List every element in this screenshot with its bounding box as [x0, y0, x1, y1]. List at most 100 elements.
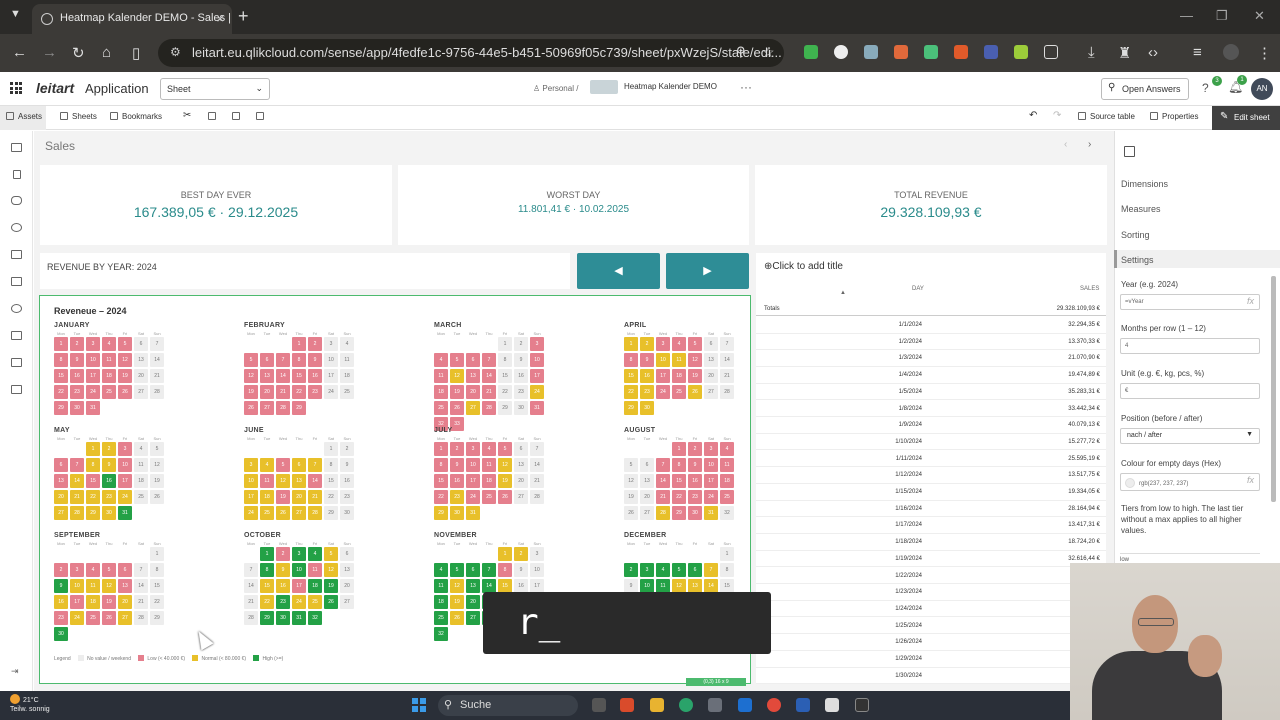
- day-cell[interactable]: 10: [704, 458, 718, 472]
- kpi-total-revenue[interactable]: TOTAL REVENUE 29.328.109,93 €: [755, 165, 1107, 245]
- new-tab-button[interactable]: +: [238, 6, 249, 27]
- day-cell[interactable]: 6: [134, 337, 148, 351]
- day-cell[interactable]: 22: [434, 490, 448, 504]
- day-cell[interactable]: 19: [118, 369, 132, 383]
- day-cell[interactable]: 4: [260, 458, 274, 472]
- day-cell[interactable]: 27: [640, 506, 654, 520]
- day-cell[interactable]: 16: [70, 369, 84, 383]
- day-cell[interactable]: 30: [102, 506, 116, 520]
- day-cell[interactable]: 1: [292, 337, 306, 351]
- table-row[interactable]: 1/3/2024 21.070,90 €: [756, 350, 1106, 367]
- day-cell[interactable]: 8: [672, 458, 686, 472]
- day-cell[interactable]: 2: [450, 442, 464, 456]
- day-cell[interactable]: 8: [498, 563, 512, 577]
- day-cell[interactable]: 2: [514, 547, 528, 561]
- undo-icon[interactable]: ↶: [1029, 110, 1037, 121]
- day-cell[interactable]: 12: [450, 369, 464, 383]
- day-cell[interactable]: 6: [54, 458, 68, 472]
- day-cell[interactable]: 13: [134, 353, 148, 367]
- variables-icon[interactable]: [11, 358, 22, 367]
- day-cell[interactable]: 13: [466, 369, 480, 383]
- day-cell[interactable]: 9: [276, 563, 290, 577]
- day-cell[interactable]: 25: [102, 385, 116, 399]
- day-cell[interactable]: 5: [450, 563, 464, 577]
- day-cell[interactable]: 23: [102, 490, 116, 504]
- day-cell[interactable]: 16: [340, 474, 354, 488]
- table-row[interactable]: 1/22/202429: [756, 568, 1106, 585]
- day-cell[interactable]: 21: [150, 369, 164, 383]
- file-explorer-icon[interactable]: [650, 698, 664, 712]
- day-cell[interactable]: 30: [276, 611, 290, 625]
- word-icon[interactable]: [796, 698, 810, 712]
- day-cell[interactable]: 10: [530, 353, 544, 367]
- day-cell[interactable]: 9: [514, 353, 528, 367]
- day-cell[interactable]: 29: [434, 506, 448, 520]
- table-row[interactable]: 1/1/2024 32.294,35 €: [756, 317, 1106, 334]
- day-cell[interactable]: 27: [466, 611, 480, 625]
- day-cell[interactable]: 12: [276, 474, 290, 488]
- day-cell[interactable]: 24: [704, 490, 718, 504]
- day-cell[interactable]: 18: [86, 595, 100, 609]
- day-cell[interactable]: 16: [102, 474, 116, 488]
- day-cell[interactable]: 2: [514, 337, 528, 351]
- day-cell[interactable]: 14: [276, 369, 290, 383]
- day-cell[interactable]: 1: [434, 442, 448, 456]
- day-cell[interactable]: 27: [260, 401, 274, 415]
- day-cell[interactable]: 10: [244, 474, 258, 488]
- day-cell[interactable]: 24: [86, 385, 100, 399]
- table-row[interactable]: 1/11/2024 25.595,19 €: [756, 451, 1106, 468]
- day-cell[interactable]: 17: [656, 369, 670, 383]
- day-cell[interactable]: 13: [466, 579, 480, 593]
- day-cell[interactable]: 23: [688, 490, 702, 504]
- day-cell[interactable]: 28: [308, 506, 322, 520]
- profile-hat-icon[interactable]: ♜: [1118, 44, 1131, 62]
- day-cell[interactable]: 2: [70, 337, 84, 351]
- day-cell[interactable]: 4: [656, 563, 670, 577]
- day-cell[interactable]: 12: [688, 353, 702, 367]
- day-cell[interactable]: 6: [640, 458, 654, 472]
- day-cell[interactable]: 11: [340, 353, 354, 367]
- day-cell[interactable]: 12: [118, 353, 132, 367]
- day-cell[interactable]: 18: [260, 490, 274, 504]
- day-cell[interactable]: 11: [134, 458, 148, 472]
- day-cell[interactable]: 3: [530, 337, 544, 351]
- section-sorting[interactable]: Sorting: [1121, 230, 1150, 240]
- day-cell[interactable]: 11: [720, 458, 734, 472]
- day-cell[interactable]: 12: [102, 579, 116, 593]
- day-cell[interactable]: 3: [70, 563, 84, 577]
- expression-icon[interactable]: fx: [1247, 296, 1254, 306]
- breadcrumb[interactable]: ♙ Personal /: [533, 84, 578, 93]
- day-cell[interactable]: 15: [498, 579, 512, 593]
- day-cell[interactable]: 4: [102, 337, 116, 351]
- day-cell[interactable]: 23: [54, 611, 68, 625]
- day-cell[interactable]: 17: [530, 369, 544, 383]
- expression-icon[interactable]: fx: [1247, 475, 1254, 485]
- colour-swatch[interactable]: [1125, 478, 1135, 488]
- day-cell[interactable]: 8: [434, 458, 448, 472]
- day-cell[interactable]: 3: [704, 442, 718, 456]
- day-cell[interactable]: 24: [244, 506, 258, 520]
- day-cell[interactable]: 11: [482, 458, 496, 472]
- day-cell[interactable]: 2: [624, 563, 638, 577]
- day-cell[interactable]: 17: [86, 369, 100, 383]
- position-select[interactable]: nach / after ▼: [1120, 428, 1260, 444]
- day-cell[interactable]: 14: [482, 369, 496, 383]
- day-cell[interactable]: 27: [466, 401, 480, 415]
- day-cell[interactable]: 10: [466, 458, 480, 472]
- day-cell[interactable]: 25: [672, 385, 686, 399]
- day-cell[interactable]: 10: [324, 353, 338, 367]
- day-cell[interactable]: 22: [292, 385, 306, 399]
- copy-icon[interactable]: [208, 112, 220, 121]
- day-cell[interactable]: 29: [292, 401, 306, 415]
- day-cell[interactable]: 9: [340, 458, 354, 472]
- day-cell[interactable]: 22: [260, 595, 274, 609]
- day-cell[interactable]: 27: [514, 490, 528, 504]
- table-row[interactable]: 1/23/202419: [756, 584, 1106, 601]
- day-cell[interactable]: 2: [688, 442, 702, 456]
- source-table-button[interactable]: Source table: [1078, 112, 1135, 121]
- day-cell[interactable]: 25: [260, 506, 274, 520]
- day-cell[interactable]: 17: [292, 579, 306, 593]
- bookmarks-button[interactable]: Bookmarks: [110, 112, 162, 121]
- day-cell[interactable]: 1: [624, 337, 638, 351]
- outlook-icon[interactable]: [738, 698, 752, 712]
